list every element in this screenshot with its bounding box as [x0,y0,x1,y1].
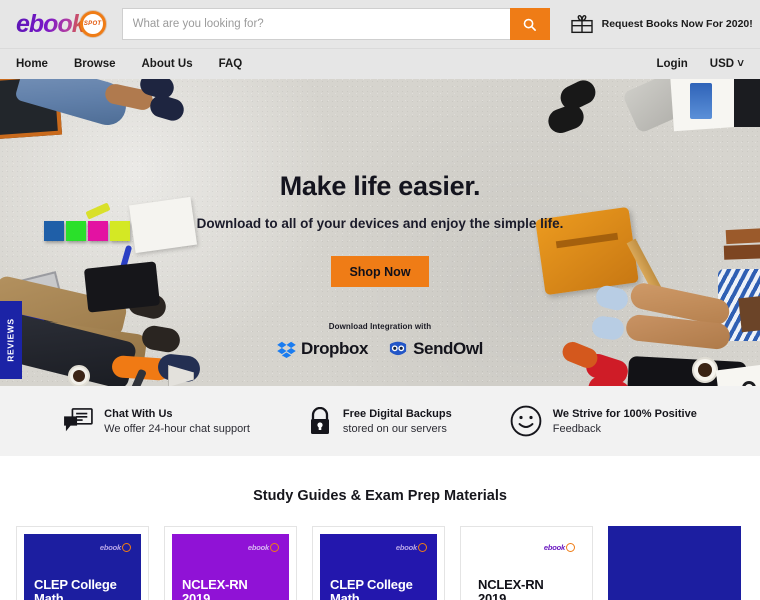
feature-backups-title: Free Digital Backups [342,407,452,420]
product-card-list: ebook CLEP College Math STUDY GUIDE + PR… [0,526,760,600]
feature-feedback-subtitle: Feedback [552,422,602,435]
padlock-icon [310,407,329,434]
monitor-object [734,79,760,127]
feature-backups: Free Digital Backups stored on our serve… [308,407,452,435]
nav-item-home[interactable]: Home [16,58,48,70]
cover-logo: ebook [34,543,131,552]
book-cover [608,526,741,600]
request-books-promo[interactable]: Request Books Now For 2020! [570,14,753,34]
book-title: NCLEX-RN 2019 [478,577,544,600]
login-link[interactable]: Login [657,58,688,70]
feature-feedback-text: We Strive for 100% Positive Feedback [553,408,697,435]
logo-spot-text: SPOT [83,21,102,27]
feature-feedback: We Strive for 100% Positive Feedback [510,405,697,437]
cover-logo-text: ebook [99,543,121,552]
product-card[interactable]: ebook NCLEX-RN 2019 STUDY GUIDE + PRACTI… [460,526,593,600]
book-title: CLEP College Math [330,577,413,600]
paint-swatch-blue [690,83,712,119]
integration-label: Download Integration with [328,322,432,331]
logo-spot-badge: SPOT [79,11,106,37]
hero-content: Make life easier. Download to all of you… [0,171,760,287]
cover-logo-badge [566,543,575,552]
search-bar [121,8,550,40]
nav-links: Home Browse About Us FAQ [16,58,242,70]
site-logo[interactable]: ebook SPOT [16,8,106,40]
cover-logo-text: ebook [543,543,565,552]
search-icon [523,18,537,31]
chat-bubble-icon [64,408,93,432]
dropbox-brand: Dropbox [277,339,368,359]
cover-logo: ebook [330,543,427,552]
main-navigation: Home Browse About Us FAQ Login USD ˅ [0,48,760,79]
currency-label: USD [709,58,735,70]
sendowl-owl-icon [389,341,407,355]
dropbox-icon [277,341,296,358]
product-card[interactable] [608,526,741,600]
nav-account-area: Login USD ˅ [657,58,745,70]
nav-item-browse[interactable]: Browse [74,58,116,70]
book-cover: ebook NCLEX-RN 2019 STUDY GUIDE + PRACTI… [172,534,289,600]
reviews-tab-label: REVIEWS [6,318,16,362]
integration-block: Download Integration with Dropbox SendOw… [0,322,760,359]
cover-logo-badge [270,543,279,552]
book-cover: ebook NCLEX-RN 2019 STUDY GUIDE + PRACTI… [468,534,585,600]
dropbox-label: Dropbox [300,339,369,358]
smiley-face-icon [510,405,542,437]
product-card[interactable]: ebook CLEP College Math STUDY GUIDE + PR… [16,526,149,600]
nav-item-faq[interactable]: FAQ [219,58,243,70]
feature-chat-title: Chat With Us [104,407,173,420]
feature-feedback-title: We Strive for 100% Positive [552,407,697,420]
product-card[interactable]: ebook NCLEX-RN 2019 STUDY GUIDE + PRACTI… [164,526,297,600]
feature-chat: Chat With Us We offer 24-hour chat suppo… [63,408,250,435]
logo-wordmark: ebook [16,9,86,38]
integration-logos: Dropbox SendOwl [0,339,760,359]
reviews-tab[interactable]: REVIEWS [0,301,22,379]
product-card[interactable]: ebook CLEP College Math STUDY GUIDE + PR… [312,526,445,600]
hero-title: Make life easier. [279,171,481,201]
cover-logo-badge [418,543,427,552]
request-books-label: Request Books Now For 2020! [601,18,753,30]
section-title: Study Guides & Exam Prep Materials [253,488,507,504]
sendowl-label: SendOwl [413,339,484,358]
chevron-down-icon: ˅ [737,58,744,70]
cover-logo: ebook [182,543,279,552]
cover-logo: ebook [478,543,575,552]
hero-subtitle: Download to all of your devices and enjo… [196,216,564,231]
coffee-liquid-left [73,370,85,382]
nav-item-about-us[interactable]: About Us [142,58,193,70]
currency-selector[interactable]: USD ˅ [710,58,744,70]
features-bar: Chat With Us We offer 24-hour chat suppo… [0,386,760,456]
gift-box-icon [570,14,593,34]
book-title: CLEP College Math [34,577,117,600]
search-input[interactable] [121,8,510,40]
feature-backups-subtitle: stored on our servers [342,422,447,435]
hero-banner: Make life easier. Download to all of you… [0,79,760,386]
book-cover: ebook CLEP College Math STUDY GUIDE + PR… [320,534,437,600]
page-root: ebook SPOT Request Books Now F [0,0,760,600]
feature-backups-text: Free Digital Backups stored on our serve… [343,408,452,435]
book-cover: ebook CLEP College Math STUDY GUIDE + PR… [24,534,141,600]
coffee-liquid-right [698,363,712,377]
feature-chat-text: Chat With Us We offer 24-hour chat suppo… [104,408,250,435]
book-title: NCLEX-RN 2019 [182,577,248,600]
products-section: Study Guides & Exam Prep Materials ebook… [0,456,760,600]
cover-logo-badge [122,543,131,552]
cover-logo-text: ebook [247,543,269,552]
feature-chat-subtitle: We offer 24-hour chat support [104,422,250,435]
sendowl-brand: SendOwl [388,339,483,359]
site-header: ebook SPOT Request Books Now F [0,0,760,48]
cover-logo-text: ebook [395,543,417,552]
search-button[interactable] [509,8,550,40]
shop-now-button[interactable]: Shop Now [331,256,429,287]
